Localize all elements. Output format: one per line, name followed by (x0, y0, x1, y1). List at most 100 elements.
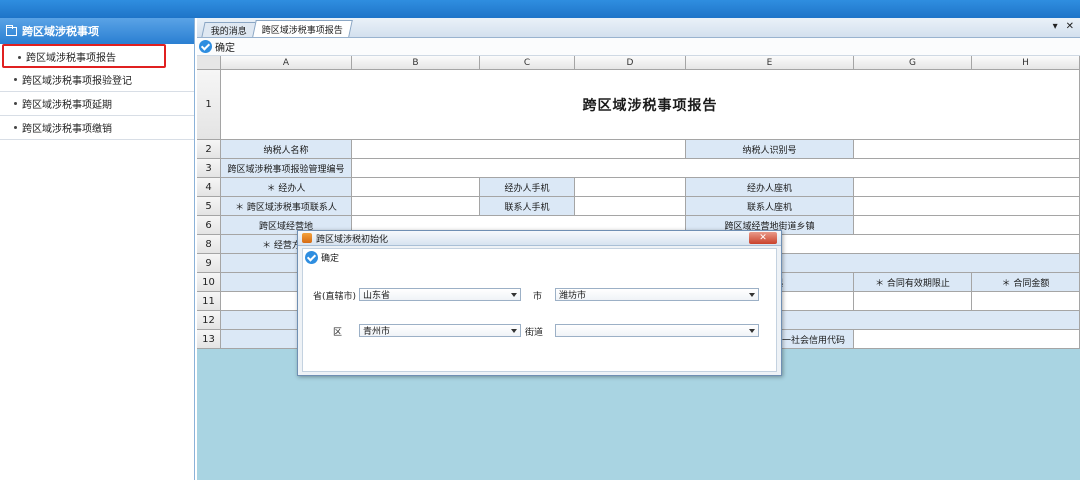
col-header-d[interactable]: D (575, 56, 686, 70)
col-header-h[interactable]: H (972, 56, 1080, 70)
sidebar-item-label: 跨区域涉税事项报验登记 (22, 76, 132, 87)
province-value: 山东省 (363, 291, 391, 301)
row-number[interactable]: 13 (197, 330, 221, 349)
sidebar-header[interactable]: 跨区域涉税事项 (0, 18, 194, 44)
folder-icon (6, 24, 17, 36)
row-number[interactable]: 3 (197, 159, 221, 178)
bullet-icon (14, 126, 17, 129)
street-select[interactable] (555, 324, 759, 337)
grid-row-1: 1 跨区域涉税事项报告 (197, 70, 1080, 140)
row-number[interactable]: 11 (197, 292, 221, 311)
contact-mobile-label: 联系人手机 (480, 197, 575, 216)
tab-controls: ▾ ✕ (1053, 21, 1074, 32)
taxpayer-name-field[interactable] (352, 140, 686, 159)
bullet-icon (18, 56, 21, 59)
row-number[interactable]: 8 (197, 235, 221, 254)
grid-row-2: 2 纳税人名称 纳税人识别号 (197, 140, 1080, 159)
confirm-button[interactable]: 确定 (215, 39, 235, 54)
row-number[interactable]: 6 (197, 216, 221, 235)
sidebar: 跨区域涉税事项 跨区域涉税事项报告 跨区域涉税事项报验登记 跨区域涉税事项延期 … (0, 18, 195, 480)
mgmt-no-field[interactable] (352, 159, 1080, 178)
column-header-row: A B C D E G H (197, 56, 1080, 70)
contact-field[interactable] (352, 197, 480, 216)
tab-my-messages[interactable]: 我的消息 (201, 22, 257, 37)
col-header-b[interactable]: B (352, 56, 480, 70)
dialog-title-bar[interactable]: 跨区域涉税初始化 (298, 231, 781, 246)
taxpayer-id-label: 纳税人识别号 (686, 140, 854, 159)
op-street-field[interactable] (854, 216, 1080, 235)
contract-end-label: ＊ 合同有效期限止 (854, 273, 972, 292)
city-select[interactable]: 潍坊市 (555, 288, 759, 301)
confirm-icon[interactable] (199, 40, 212, 53)
sidebar-item-report[interactable]: 跨区域涉税事项报告 (2, 44, 166, 68)
city-label: 市 (533, 292, 543, 302)
confirm-icon[interactable] (305, 251, 318, 264)
dialog-title: 跨区域涉税初始化 (316, 234, 389, 245)
dialog-toolbar: 确定 (303, 249, 776, 266)
handler-phone-field[interactable] (854, 178, 1080, 197)
chevron-down-icon (511, 293, 517, 297)
row-number[interactable]: 12 (197, 311, 221, 330)
report-title: 跨区域涉税事项报告 (221, 70, 1080, 140)
row-number[interactable]: 9 (197, 254, 221, 273)
province-label: 省(直辖市) (313, 292, 357, 302)
row-number[interactable]: 10 (197, 273, 221, 292)
row-number[interactable]: 1 (197, 70, 221, 140)
handler-label: ＊ 经办人 (221, 178, 352, 197)
taxpayer-name-label: 纳税人名称 (221, 140, 352, 159)
grid-corner[interactable] (197, 56, 221, 70)
init-dialog: 跨区域涉税初始化 ✕ 确定 省(直辖市) 山东省 市 潍坊市 区 青州市 街道 (297, 230, 782, 376)
grid-row-5: 5 ＊ 跨区域涉税事项联系人 联系人手机 联系人座机 (197, 197, 1080, 216)
chevron-down-icon (749, 329, 755, 333)
district-value: 青州市 (363, 327, 391, 337)
sidebar-item-label: 跨区域涉税事项报告 (26, 52, 116, 64)
city-value: 潍坊市 (559, 291, 587, 301)
sidebar-item-cancellation[interactable]: 跨区域涉税事项缴销 (0, 116, 194, 140)
top-bar (0, 0, 1080, 18)
district-select[interactable]: 青州市 (359, 324, 521, 337)
bullet-icon (14, 78, 17, 81)
tab-menu-icon[interactable]: ▾ (1053, 21, 1058, 32)
grid-row-3: 3 跨区域涉税事项报验管理编号 (197, 159, 1080, 178)
window-icon (302, 233, 312, 243)
sidebar-item-registration[interactable]: 跨区域涉税事项报验登记 (0, 68, 194, 92)
sidebar-item-label: 跨区域涉税事项延期 (22, 100, 112, 111)
handler-mobile-label: 经办人手机 (480, 178, 575, 197)
handler-phone-label: 经办人座机 (686, 178, 854, 197)
handler-field[interactable] (352, 178, 480, 197)
dialog-close-button[interactable]: ✕ (749, 232, 777, 244)
col-header-g[interactable]: G (854, 56, 972, 70)
taxpayer-id-field[interactable] (854, 140, 1080, 159)
grid-row-4: 4 ＊ 经办人 经办人手机 经办人座机 (197, 178, 1080, 197)
credit-code-field[interactable] (854, 330, 1080, 349)
handler-mobile-field[interactable] (575, 178, 686, 197)
tab-cross-region-report[interactable]: 跨区域涉税事项报告 (252, 20, 353, 37)
province-select[interactable]: 山东省 (359, 288, 521, 301)
contract-amount-label: ＊ 合同金额 (972, 273, 1080, 292)
row-number[interactable]: 2 (197, 140, 221, 159)
street-label: 街道 (525, 328, 544, 338)
chevron-down-icon (749, 293, 755, 297)
contact-mobile-field[interactable] (575, 197, 686, 216)
col-header-a[interactable]: A (221, 56, 352, 70)
tab-close-icon[interactable]: ✕ (1066, 21, 1074, 32)
mgmt-no-label: 跨区域涉税事项报验管理编号 (221, 159, 352, 178)
contract-amount-field[interactable] (972, 292, 1080, 311)
sidebar-item-extension[interactable]: 跨区域涉税事项延期 (0, 92, 194, 116)
col-header-e[interactable]: E (686, 56, 854, 70)
toolbar: 确定 (197, 38, 1080, 56)
dialog-body: 确定 省(直辖市) 山东省 市 潍坊市 区 青州市 街道 (302, 248, 777, 372)
row-number[interactable]: 5 (197, 197, 221, 216)
row-number[interactable]: 4 (197, 178, 221, 197)
tab-bar: 我的消息 跨区域涉税事项报告 ▾ ✕ (197, 18, 1080, 38)
col-header-c[interactable]: C (480, 56, 575, 70)
contact-label: ＊ 跨区域涉税事项联系人 (221, 197, 352, 216)
district-label: 区 (333, 328, 343, 338)
bullet-icon (14, 102, 17, 105)
contract-end-field[interactable] (854, 292, 972, 311)
dialog-confirm-button[interactable]: 确定 (321, 251, 339, 264)
contact-phone-field[interactable] (854, 197, 1080, 216)
chevron-down-icon (511, 329, 517, 333)
sidebar-title: 跨区域涉税事项 (22, 25, 99, 38)
sidebar-item-label: 跨区域涉税事项缴销 (22, 124, 112, 135)
